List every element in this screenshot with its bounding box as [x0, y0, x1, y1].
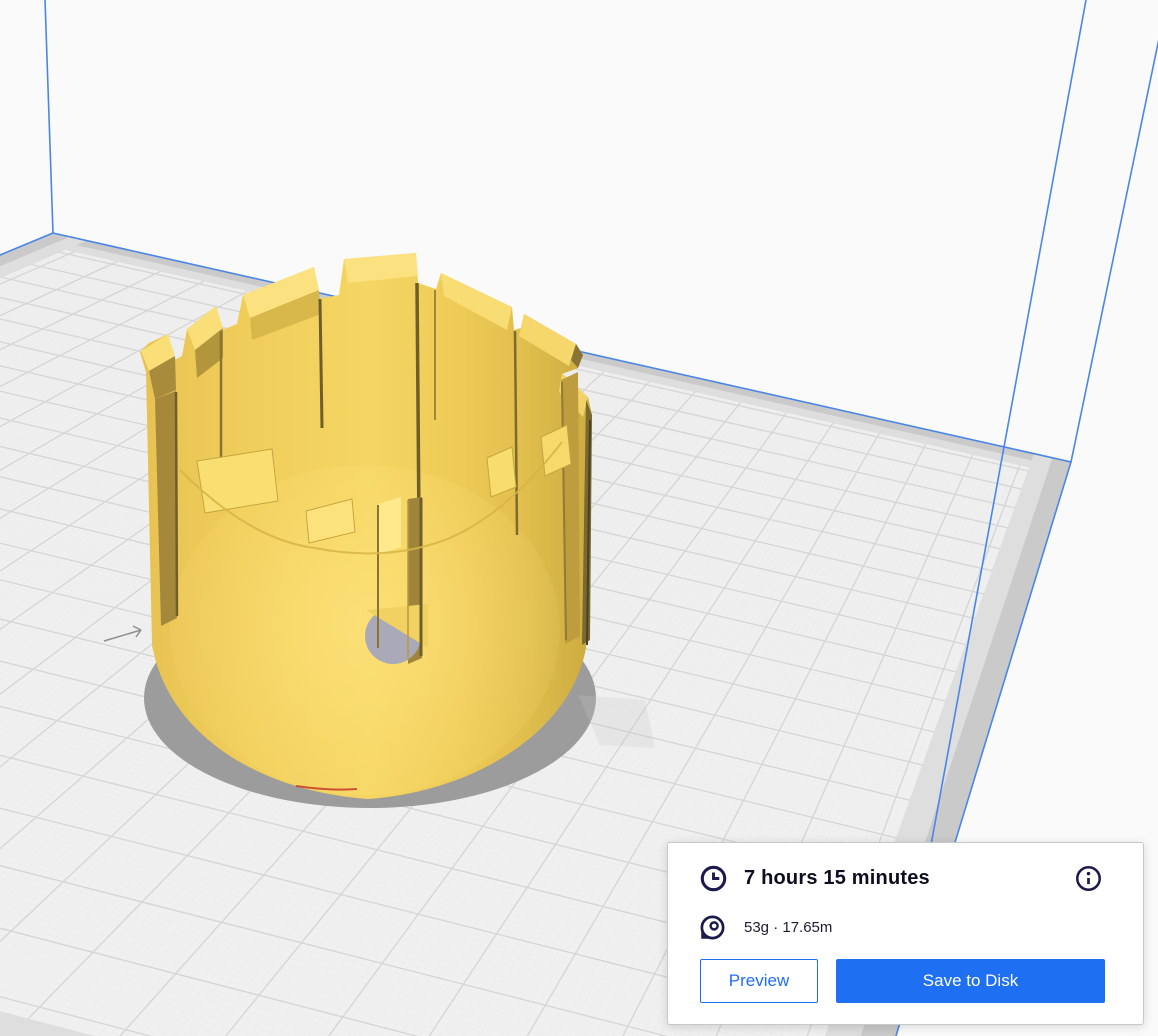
print-time-row: 7 hours 15 minutes: [699, 864, 1103, 893]
model-crenellated-cylinder[interactable]: [140, 253, 592, 799]
print-job-panel: 7 hours 15 minutes 53g · 17.65m Preview …: [667, 842, 1144, 1025]
cura-3d-viewport: 7 hours 15 minutes 53g · 17.65m Preview …: [0, 0, 1158, 1036]
material-usage-row: 53g · 17.65m: [699, 914, 832, 941]
preview-button[interactable]: Preview: [700, 959, 818, 1003]
model-interior-light: [170, 465, 560, 795]
print-time-label: 7 hours 15 minutes: [744, 867, 930, 889]
material-spool-icon: [700, 915, 725, 940]
clock-icon: [700, 865, 727, 892]
save-to-disk-button[interactable]: Save to Disk: [836, 959, 1105, 1003]
info-icon[interactable]: [1074, 864, 1103, 893]
material-usage-label: 53g · 17.65m: [744, 919, 833, 936]
action-buttons: Preview Save to Disk: [700, 959, 1105, 1003]
